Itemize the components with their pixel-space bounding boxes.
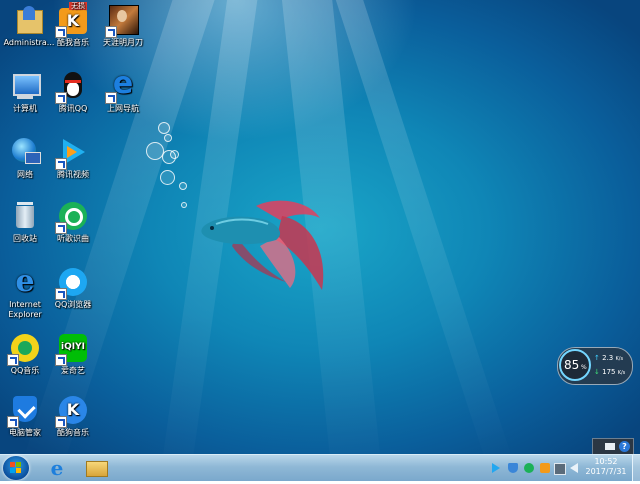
desktop-icon-qq-browser[interactable]: QQ浏览器 (44, 266, 102, 310)
internet-explorer-icon: e (15, 264, 35, 299)
memory-percent: 85 (564, 358, 580, 372)
network-globe-icon (9, 136, 41, 168)
kugou-music-icon: K (55, 394, 89, 428)
file-explorer-icon (86, 461, 108, 477)
desktop-icon-kugou-music[interactable]: K 酷狗音乐 (44, 394, 102, 438)
edge-browser-icon: e (105, 68, 139, 104)
icon-label: 听歌识曲 (57, 234, 89, 243)
network-tray-icon[interactable] (554, 463, 566, 475)
volume-icon[interactable] (570, 463, 578, 473)
windows-logo-icon (10, 462, 21, 473)
icon-label: 腾讯视频 (57, 170, 89, 179)
desktop-icon-tencent-video[interactable]: 腾讯视频 (44, 136, 102, 180)
lossless-badge: 无损 (69, 2, 87, 10)
download-speed: 175 (602, 368, 616, 376)
clock-date: 2017/7/31 (585, 467, 627, 476)
pc-manager-shield-icon (7, 394, 41, 428)
pc-manager-tray-icon[interactable] (508, 463, 518, 473)
qq-browser-icon (55, 266, 89, 300)
shortcut-arrow-icon (55, 92, 67, 104)
upload-speed: 2.3 (602, 354, 614, 362)
shortcut-arrow-icon (55, 222, 67, 234)
download-speed-row: ↓ 175 K/s (594, 368, 625, 378)
taskbar-internet-explorer-button[interactable]: e (40, 456, 74, 480)
icon-label: 天涯明月刀 (103, 38, 143, 47)
icon-label: QQ浏览器 (54, 300, 92, 309)
memory-percent-unit: % (581, 364, 587, 371)
start-button[interactable] (3, 456, 29, 480)
network-speed-widget[interactable]: 85 % ↑ 2.3 K/s ↓ 175 K/s (557, 347, 633, 385)
shortcut-arrow-icon (55, 288, 67, 300)
betta-fish-wallpaper (201, 200, 324, 290)
shortcut-arrow-icon (55, 26, 67, 38)
download-arrow-icon: ↓ (594, 368, 600, 376)
language-bar[interactable]: ? (592, 438, 634, 454)
desktop[interactable]: Administra... 计算机 网络 回收站 e Internet Expl… (0, 0, 640, 454)
desktop-icon-tianya-mingyuedao[interactable]: 天涯明月刀 (94, 4, 152, 48)
shortcut-arrow-icon (55, 416, 67, 428)
desktop-icon-song-recognition[interactable]: 听歌识曲 (44, 200, 102, 244)
shortcut-arrow-icon (55, 158, 67, 170)
shortcut-arrow-icon (105, 26, 117, 38)
upload-unit: K/s (615, 356, 624, 362)
upload-speed-row: ↑ 2.3 K/s (594, 354, 623, 364)
shortcut-arrow-icon (7, 354, 19, 366)
song-recognition-icon (55, 200, 89, 234)
iqiyi-icon: iQIYI (55, 332, 89, 366)
qq-penguin-icon (55, 70, 89, 104)
download-unit: K/s (617, 370, 626, 376)
user-folder-icon (13, 4, 45, 36)
keyboard-icon (605, 443, 615, 450)
kuwo-music-icon: K 无损 (55, 2, 89, 38)
show-desktop-button[interactable] (632, 455, 640, 481)
recycle-bin-icon (9, 200, 41, 232)
tencent-video-play-icon (55, 136, 89, 170)
desktop-icon-web-navigation[interactable]: e 上网导航 (94, 68, 152, 114)
clock-time: 10:52 (594, 457, 618, 466)
tencent-video-tray-icon[interactable] (492, 463, 500, 473)
icon-label: 爱奇艺 (61, 366, 85, 375)
shortcut-arrow-icon (7, 416, 19, 428)
icon-label: 酷狗音乐 (57, 428, 89, 437)
upload-arrow-icon: ↑ (594, 354, 600, 362)
internet-explorer-icon: e (50, 456, 64, 480)
help-icon[interactable]: ? (619, 441, 630, 452)
game-portrait-icon (105, 4, 139, 38)
desktop-icon-iqiyi[interactable]: iQIYI 爱奇艺 (44, 332, 102, 376)
music-tray-icon[interactable] (524, 463, 534, 473)
clock[interactable]: 10:52 2017/7/31 (582, 457, 630, 477)
taskbar-file-explorer-button[interactable] (80, 456, 114, 480)
qq-music-icon (7, 332, 41, 366)
shortcut-arrow-icon (105, 92, 117, 104)
memory-usage-ring: 85 % (559, 349, 591, 381)
shortcut-arrow-icon (55, 354, 67, 366)
computer-icon (9, 70, 41, 102)
taskbar: e 10:52 2017/7/31 (0, 454, 640, 481)
kuwo-tray-icon[interactable] (540, 463, 550, 473)
icon-label: 上网导航 (107, 104, 139, 113)
